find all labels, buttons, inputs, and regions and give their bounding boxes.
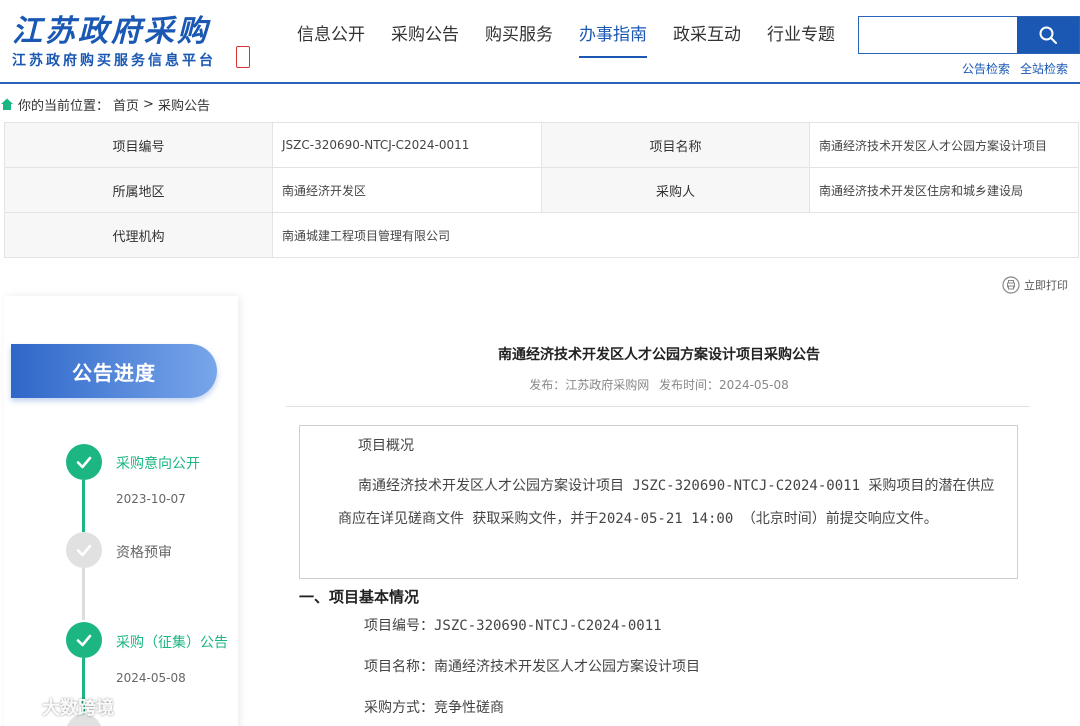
project-info-table: 项目编号 JSZC-320690-NTCJ-C2024-0011 项目名称 南通… — [4, 122, 1079, 258]
logo-title: 江苏政府采购 — [12, 14, 210, 49]
section-title-basic-info: 一、项目基本情况 — [299, 588, 420, 606]
table-row: 项目编号 JSZC-320690-NTCJ-C2024-0011 项目名称 南通… — [4, 122, 1079, 168]
project-no-value: JSZC-320690-NTCJ-C2024-0011 — [272, 122, 542, 168]
watermark: 大数跨境 — [10, 694, 114, 720]
nav-item-purchase-services[interactable]: 购买服务 — [472, 0, 566, 70]
notice-publish-time: 发布时间：2024-05-08 — [659, 378, 789, 392]
step-label-prequal[interactable]: 资格预审 — [116, 542, 172, 562]
notice-publisher: 发布：江苏政府采购网 — [529, 378, 650, 392]
site-logo[interactable]: 江苏政府采购 江苏政府购买服务信息平台 — [10, 6, 260, 72]
region-value: 南通经济开发区 — [272, 167, 542, 213]
buyer-value: 南通经济技术开发区住房和城乡建设局 — [809, 167, 1079, 213]
step-check-icon — [66, 532, 102, 568]
search-links: 公告检索 全站检索 — [962, 60, 1068, 77]
nav-item-guide[interactable]: 办事指南 — [566, 0, 660, 70]
step-check-icon — [66, 622, 102, 658]
agency-label: 代理机构 — [4, 212, 273, 258]
notice-meta: 发布：江苏政府采购网 发布时间：2024-05-08 — [238, 376, 1080, 393]
breadcrumb-home[interactable]: 首页 — [113, 95, 139, 114]
step-connector — [82, 480, 85, 532]
nav-item-procurement-notices[interactable]: 采购公告 — [378, 0, 472, 70]
summary-body: 南通经济技术开发区人才公园方案设计项目 JSZC-320690-NTCJ-C20… — [338, 478, 995, 527]
site-header: 江苏政府采购 江苏政府购买服务信息平台 信息公开 采购公告 购买服务 办事指南 … — [0, 0, 1080, 84]
notice-title: 南通经济技术开发区人才公园方案设计项目采购公告 — [498, 347, 820, 363]
project-summary-box: 项目概况 南通经济技术开发区人才公园方案设计项目 JSZC-320690-NTC… — [299, 425, 1018, 579]
table-row: 所属地区 南通经济开发区 采购人 南通经济技术开发区住房和城乡建设局 — [4, 167, 1079, 213]
search-icon — [1039, 26, 1057, 44]
buyer-label: 采购人 — [541, 167, 810, 213]
field-project-no: 项目编号：JSZC-320690-NTCJ-C2024-0011 — [364, 618, 662, 634]
step-date-notice: 2024-05-08 — [116, 671, 186, 685]
progress-sidebar: 公告进度 采购意向公开 2023-10-07 资格预审 采购（征集）公告 202… — [4, 296, 238, 726]
search-button[interactable] — [1017, 17, 1079, 53]
project-name-value: 南通经济技术开发区人才公园方案设计项目 — [809, 122, 1079, 168]
logo-subtitle: 江苏政府购买服务信息平台 — [12, 53, 216, 69]
step-label-intent[interactable]: 采购意向公开 — [116, 453, 200, 473]
notice-search-link[interactable]: 公告检索 — [962, 60, 1010, 77]
seal-icon — [236, 46, 250, 68]
watermark-text: 大数跨境 — [42, 698, 114, 719]
nav-item-interaction[interactable]: 政采互动 — [660, 0, 754, 70]
divider — [286, 406, 1030, 407]
breadcrumb: 你的当前位置： 首页 > 采购公告 — [0, 94, 214, 114]
nav-item-info-disclosure[interactable]: 信息公开 — [284, 0, 378, 70]
print-icon — [1002, 276, 1020, 294]
step-date-intent: 2023-10-07 — [116, 492, 186, 506]
breadcrumb-separator: > — [143, 96, 154, 112]
main-nav: 信息公开 采购公告 购买服务 办事指南 政采互动 行业专题 — [284, 0, 848, 70]
home-icon — [1, 98, 13, 110]
region-label: 所属地区 — [4, 167, 273, 213]
watermark-logo-icon — [11, 699, 37, 715]
print-button[interactable]: 立即打印 — [1002, 276, 1068, 294]
print-label: 立即打印 — [1024, 279, 1068, 292]
field-procurement-method: 采购方式：竞争性磋商 — [364, 700, 504, 716]
breadcrumb-prefix: 你的当前位置： — [18, 98, 110, 114]
step-check-icon — [66, 444, 102, 480]
nav-item-topics[interactable]: 行业专题 — [754, 0, 848, 70]
progress-header: 公告进度 — [11, 344, 217, 398]
step-connector — [82, 568, 85, 620]
site-search-link[interactable]: 全站检索 — [1020, 60, 1068, 77]
notice-content: 南通经济技术开发区人才公园方案设计项目采购公告 发布：江苏政府采购网 发布时间：… — [238, 296, 1080, 726]
search-box — [858, 16, 1080, 54]
table-row: 代理机构 南通城建工程项目管理有限公司 — [4, 212, 1079, 258]
search-input[interactable] — [859, 17, 1017, 53]
project-no-label: 项目编号 — [4, 122, 273, 168]
agency-value: 南通城建工程项目管理有限公司 — [272, 212, 1079, 258]
project-name-label: 项目名称 — [541, 122, 810, 168]
field-project-name: 项目名称：南通经济技术开发区人才公园方案设计项目 — [364, 659, 700, 675]
step-label-notice[interactable]: 采购（征集）公告 — [116, 632, 228, 652]
summary-title: 项目概况 — [358, 438, 414, 454]
breadcrumb-current[interactable]: 采购公告 — [158, 95, 210, 114]
